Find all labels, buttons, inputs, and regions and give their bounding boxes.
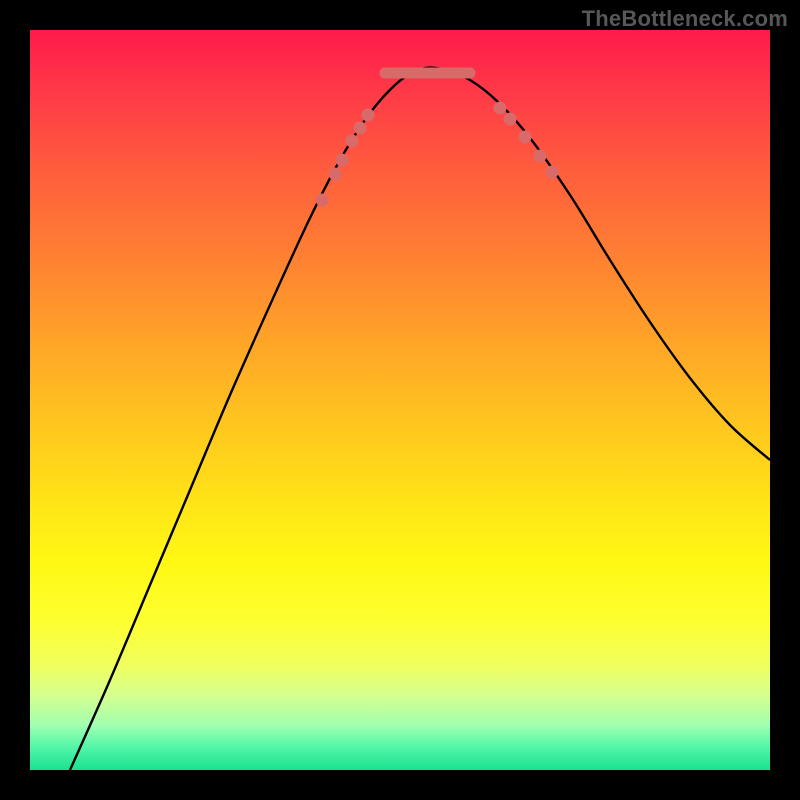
highlight-dot (546, 166, 559, 179)
chart-container: TheBottleneck.com (0, 0, 800, 800)
highlight-dot (519, 131, 532, 144)
highlight-markers (316, 73, 559, 207)
bottleneck-curve (70, 68, 770, 770)
highlight-dot (336, 154, 349, 167)
highlight-dot (346, 135, 359, 148)
watermark-text: TheBottleneck.com (582, 6, 788, 32)
curve-svg (30, 30, 770, 770)
highlight-dot (329, 168, 342, 181)
plot-area (30, 30, 770, 770)
highlight-dot (354, 122, 367, 135)
highlight-dot (504, 113, 517, 126)
highlight-dot (494, 102, 507, 115)
highlight-dot (316, 194, 329, 207)
highlight-dot (362, 109, 375, 122)
highlight-dot (534, 150, 547, 163)
